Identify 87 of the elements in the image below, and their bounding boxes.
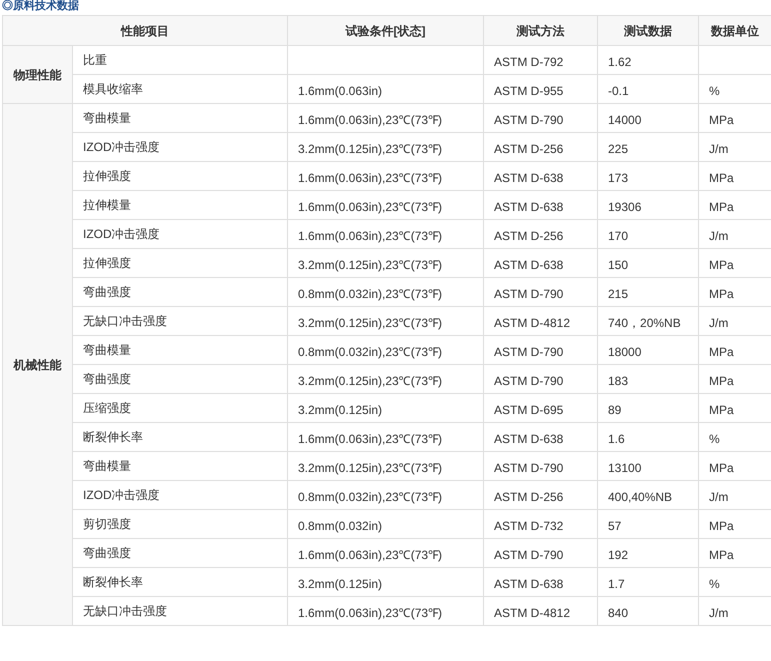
value-cell: 13100 xyxy=(598,452,698,480)
value-cell: 1.6 xyxy=(598,422,698,452)
condition-cell: 3.2mm(0.125in) xyxy=(288,394,484,422)
condition-cell: 1.6mm(0.063in),23℃(73℉) xyxy=(288,104,484,132)
property-cell: 弯曲模量 xyxy=(72,104,288,132)
property-cell: 弯曲强度 xyxy=(72,364,288,394)
condition-cell: 0.8mm(0.032in),23℃(73℉) xyxy=(288,480,484,510)
value-cell: -0.1 xyxy=(598,74,698,104)
method-cell: ASTM D-638 xyxy=(484,162,598,190)
condition-cell: 3.2mm(0.125in),23℃(73℉) xyxy=(288,248,484,278)
property-cell: 断裂伸长率 xyxy=(72,422,288,452)
method-cell: ASTM D-638 xyxy=(484,422,598,452)
value-cell: 215 xyxy=(598,278,698,306)
property-cell: IZOD冲击强度 xyxy=(72,220,288,248)
value-cell: 57 xyxy=(598,510,698,538)
group-cell: 物理性能 xyxy=(2,46,72,104)
value-cell: 400,40%NB xyxy=(598,480,698,510)
property-cell: 弯曲模量 xyxy=(72,452,288,480)
condition-cell: 1.6mm(0.063in),23℃(73℉) xyxy=(288,538,484,568)
method-cell: ASTM D-256 xyxy=(484,220,598,248)
value-cell: 225 xyxy=(598,132,698,162)
property-cell: 弯曲模量 xyxy=(72,336,288,364)
property-cell: 弯曲强度 xyxy=(72,278,288,306)
value-cell: 89 xyxy=(598,394,698,422)
value-cell: 1.62 xyxy=(598,46,698,74)
value-cell: 192 xyxy=(598,538,698,568)
method-cell: ASTM D-790 xyxy=(484,278,598,306)
method-cell: ASTM D-955 xyxy=(484,74,598,104)
method-cell: ASTM D-256 xyxy=(484,480,598,510)
condition-cell: 3.2mm(0.125in) xyxy=(288,568,484,596)
property-cell: IZOD冲击强度 xyxy=(72,480,288,510)
value-cell: 840 xyxy=(598,596,698,626)
section-title: ◎原料技术数据 xyxy=(2,0,80,13)
method-cell: ASTM D-790 xyxy=(484,104,598,132)
condition-cell: 1.6mm(0.063in),23℃(73℉) xyxy=(288,596,484,626)
column-header: 测试方法 xyxy=(484,16,598,46)
method-cell: ASTM D-638 xyxy=(484,248,598,278)
condition-cell: 0.8mm(0.032in),23℃(73℉) xyxy=(288,278,484,306)
method-cell: ASTM D-638 xyxy=(484,190,598,220)
value-cell: 740，20%NB xyxy=(598,306,698,336)
value-cell: 1.7 xyxy=(598,568,698,596)
condition-cell: 1.6mm(0.063in),23℃(73℉) xyxy=(288,162,484,190)
property-cell: 拉伸模量 xyxy=(72,190,288,220)
condition-cell: 3.2mm(0.125in),23℃(73℉) xyxy=(288,306,484,336)
condition-cell: 1.6mm(0.063in),23℃(73℉) xyxy=(288,422,484,452)
method-cell: ASTM D-4812 xyxy=(484,596,598,626)
property-cell: 拉伸强度 xyxy=(72,162,288,190)
method-cell: ASTM D-256 xyxy=(484,132,598,162)
condition-cell: 1.6mm(0.063in),23℃(73℉) xyxy=(288,190,484,220)
value-cell: 19306 xyxy=(598,190,698,220)
method-cell: ASTM D-790 xyxy=(484,452,598,480)
condition-cell: 1.6mm(0.063in),23℃(73℉) xyxy=(288,220,484,248)
value-cell: 150 xyxy=(598,248,698,278)
method-cell: ASTM D-790 xyxy=(484,364,598,394)
property-cell: IZOD冲击强度 xyxy=(72,132,288,162)
column-header: 性能项目 xyxy=(2,16,288,46)
property-cell: 压缩强度 xyxy=(72,394,288,422)
condition-cell: 3.2mm(0.125in),23℃(73℉) xyxy=(288,452,484,480)
method-cell: ASTM D-792 xyxy=(484,46,598,74)
property-cell: 比重 xyxy=(72,46,288,74)
condition-cell: 3.2mm(0.125in),23℃(73℉) xyxy=(288,132,484,162)
method-cell: ASTM D-4812 xyxy=(484,306,598,336)
value-cell: 14000 xyxy=(598,104,698,132)
value-cell: 170 xyxy=(598,220,698,248)
column-header: 数据单位 xyxy=(698,16,771,46)
method-cell: ASTM D-695 xyxy=(484,394,598,422)
property-cell: 拉伸强度 xyxy=(72,248,288,278)
value-cell: 173 xyxy=(598,162,698,190)
property-cell: 无缺口冲击强度 xyxy=(72,306,288,336)
condition-cell: 0.8mm(0.032in) xyxy=(288,510,484,538)
property-cell: 剪切强度 xyxy=(72,510,288,538)
property-cell: 弯曲强度 xyxy=(72,538,288,568)
method-cell: ASTM D-638 xyxy=(484,568,598,596)
method-cell: ASTM D-790 xyxy=(484,336,598,364)
value-cell: 183 xyxy=(598,364,698,394)
property-cell: 模具收缩率 xyxy=(72,74,288,104)
condition-cell: 3.2mm(0.125in),23℃(73℉) xyxy=(288,364,484,394)
property-cell: 无缺口冲击强度 xyxy=(72,596,288,626)
condition-cell: 1.6mm(0.063in) xyxy=(288,74,484,104)
value-cell: 18000 xyxy=(598,336,698,364)
condition-cell: 0.8mm(0.032in),23℃(73℉) xyxy=(288,336,484,364)
column-header: 试验条件[状态] xyxy=(288,16,484,46)
group-cell: 机械性能 xyxy=(2,104,72,626)
property-cell: 断裂伸长率 xyxy=(72,568,288,596)
method-cell: ASTM D-790 xyxy=(484,538,598,568)
method-cell: ASTM D-732 xyxy=(484,510,598,538)
column-header: 测试数据 xyxy=(598,16,698,46)
